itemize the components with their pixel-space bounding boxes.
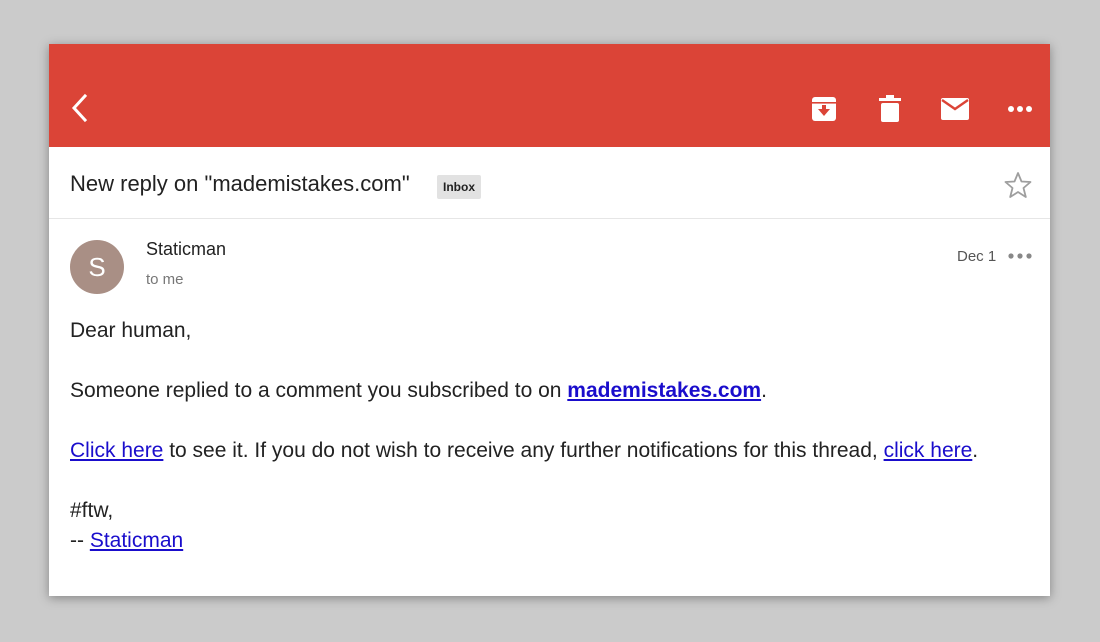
delete-icon[interactable] <box>870 89 910 129</box>
sender-name: Staticman <box>146 239 227 259</box>
message-more-icon[interactable] <box>1006 246 1034 266</box>
mail-icon[interactable] <box>935 89 975 129</box>
archive-icon[interactable] <box>804 89 844 129</box>
message-date: Dec 1 <box>957 248 997 265</box>
paragraph-links: Click here to see it. If you do not wish… <box>70 436 1010 466</box>
reply-notice-suffix: . <box>761 379 767 402</box>
recipient-label: to me <box>146 271 184 288</box>
message-header: S Staticman to me Dec 1 <box>49 219 1050 299</box>
signoff: #ftw, <box>70 499 114 522</box>
inbox-label-badge[interactable]: Inbox <box>437 175 481 199</box>
subject-row: New reply on "mademistakes.com" Inbox <box>49 147 1050 219</box>
view-reply-link[interactable]: Click here <box>70 439 163 462</box>
email-window: New reply on "mademistakes.com" Inbox S … <box>49 44 1050 596</box>
reply-notice-text: Someone replied to a comment you subscri… <box>70 379 568 402</box>
app-bar <box>49 44 1050 147</box>
links-suffix: . <box>972 439 979 462</box>
signature-prefix: -- <box>70 529 90 552</box>
more-vert-icon[interactable] <box>1000 89 1040 129</box>
unsubscribe-text: to see it. If you do not wish to receive… <box>163 439 884 462</box>
signature: -- Staticman <box>70 526 1010 556</box>
site-link[interactable]: mademistakes.com <box>567 379 761 402</box>
message-body: Dear human, Someone replied to a comment… <box>70 316 1010 556</box>
staticman-link[interactable]: Staticman <box>90 529 183 552</box>
avatar[interactable]: S <box>70 240 124 294</box>
unsubscribe-link[interactable]: click here <box>884 439 973 462</box>
star-icon[interactable] <box>1004 171 1032 199</box>
paragraph-reply-notice: Someone replied to a comment you subscri… <box>70 376 1010 406</box>
recipient-details[interactable]: to me <box>146 271 184 288</box>
email-subject: New reply on "mademistakes.com" <box>70 171 410 196</box>
back-icon[interactable] <box>60 88 100 128</box>
greeting: Dear human, <box>70 319 192 342</box>
